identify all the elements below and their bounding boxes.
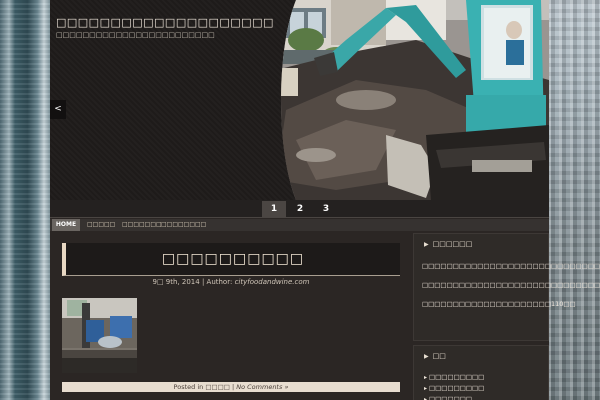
- page-wrapper: □□□□□□□□□□□□□□□□□□□□ □□□□□□□□□□□□□□□□□□□…: [50, 0, 600, 400]
- post-thumbnail[interactable]: [62, 298, 137, 373]
- slider-page-2[interactable]: 2: [288, 201, 312, 217]
- background-building-left: [0, 0, 50, 400]
- slider-pager: 1 2 3: [50, 200, 549, 218]
- widget-paragraph: □□□□□□□□□□□□□□□□□□□□□□□□□□□□□□: [422, 281, 600, 289]
- post-author-prefix: | Author:: [199, 278, 235, 286]
- nav-item-2[interactable]: □□□□□: [87, 219, 115, 231]
- site-description: □□□□□□□□□□□□□□□□□□□□□□□□: [56, 31, 215, 39]
- slider-page-1[interactable]: 1: [262, 201, 286, 217]
- slider-image-excavator[interactable]: [276, 0, 549, 200]
- post-meta: 9□ 9th, 2014 | Author: cityfoodandwine.c…: [62, 278, 400, 286]
- slider-page-3[interactable]: 3: [314, 201, 338, 217]
- nav-item-4[interactable]: □□□□□□□□: [161, 219, 206, 231]
- widget-link[interactable]: □□□□□□□: [424, 394, 548, 400]
- post-comments-link[interactable]: No Comments »: [236, 383, 288, 391]
- sidebar-widget-links: □□ □□□□□□□□□ □□□□□□□□□ □□□□□□□: [413, 345, 549, 400]
- post-category-link[interactable]: □□□□: [205, 383, 230, 391]
- post-author: cityfoodandwine.com: [234, 278, 310, 286]
- post-date: 9□ 9th, 2014: [152, 278, 200, 286]
- post-footer: Posted in □□□□ | No Comments »: [62, 382, 400, 392]
- site-title[interactable]: □□□□□□□□□□□□□□□□□□□□: [56, 16, 274, 29]
- widget-list: □□□□□□□□□ □□□□□□□□□ □□□□□□□: [414, 364, 548, 400]
- background-city-right: [548, 0, 600, 400]
- widget-link[interactable]: □□□□□□□□□: [424, 383, 548, 394]
- widget-paragraph: □□□□□□□□□□□□□□□□□□□□□110□□: [422, 300, 576, 308]
- main-nav: HOME □□□□□ □□□□□□□ □□□□□□□□: [50, 219, 549, 231]
- nav-item-home[interactable]: HOME: [52, 219, 80, 231]
- sidebar-widget-text: □□□□□□ □□□□□□□□□□□□□□□□□□□□□□□□□□□□□□ □□…: [413, 233, 600, 341]
- widget-paragraph: □□□□□□□□□□□□□□□□□□□□□□□□□□□□□□: [422, 262, 600, 270]
- slider-prev-button[interactable]: <: [50, 100, 66, 119]
- nav-item-3[interactable]: □□□□□□□: [122, 219, 162, 231]
- widget-title: □□□□□□: [414, 234, 548, 252]
- post-footer-prefix: Posted in: [173, 383, 206, 391]
- widget-title: □□: [414, 346, 548, 364]
- site-header: □□□□□□□□□□□□□□□□□□□□ □□□□□□□□□□□□□□□□□□□…: [50, 0, 549, 200]
- widget-link[interactable]: □□□□□□□□□: [424, 372, 548, 383]
- post-title[interactable]: □□□□□□□□□□: [66, 251, 400, 267]
- sidebar: □□□□□□ □□□□□□□□□□□□□□□□□□□□□□□□□□□□□□ □□…: [413, 233, 600, 400]
- post-title-bar: □□□□□□□□□□: [62, 243, 400, 276]
